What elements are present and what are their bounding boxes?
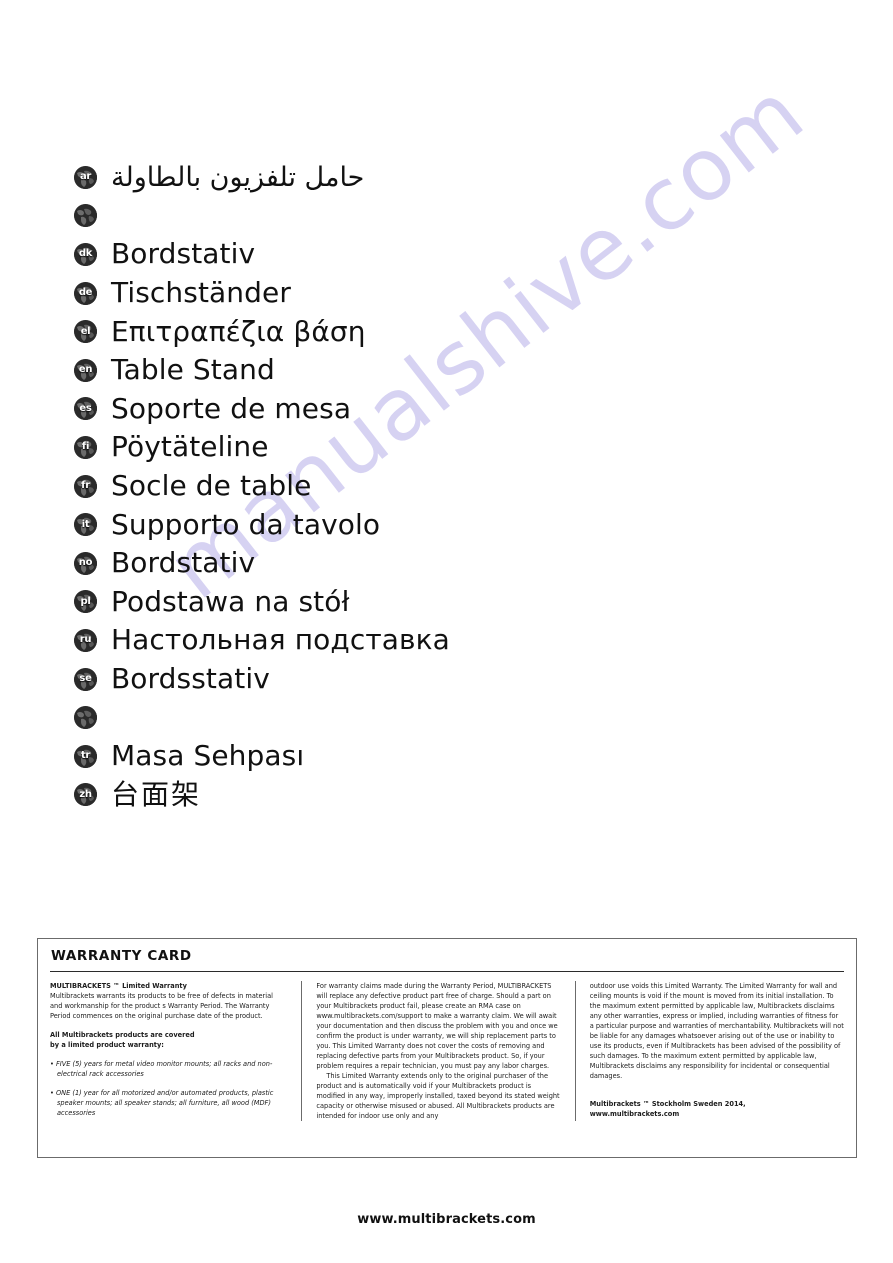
- language-code-badge: no: [78, 557, 93, 569]
- language-code-badge: it: [81, 518, 90, 530]
- globe-icon: tr: [74, 744, 97, 768]
- warranty-col3-address-line1: Multibrackets ™ Stockholm Sweden 2014,: [589, 1100, 746, 1109]
- language-label: Tischständer: [111, 276, 291, 310]
- language-row: pl Podstawa na stół: [74, 583, 834, 622]
- language-row: [74, 698, 834, 737]
- language-row: ar حامل تلفزيون بالطاولة: [74, 158, 834, 197]
- language-label: 台面架: [111, 777, 202, 811]
- language-label: Socle de table: [111, 469, 312, 503]
- warranty-column-3: outdoor use voids this Limited Warranty.…: [574, 981, 844, 1122]
- globe-icon: [74, 706, 97, 730]
- language-row: ru Настольная подставка: [74, 621, 834, 660]
- warranty-col1-covered-line2: by a limited product warranty:: [50, 1041, 164, 1050]
- language-row: fi Pöytäteline: [74, 428, 834, 467]
- language-label: Table Stand: [111, 353, 275, 387]
- language-code-badge: fi: [81, 441, 90, 453]
- language-label: Supporto da tavolo: [111, 507, 381, 541]
- globe-icon: [74, 204, 97, 228]
- globe-icon: de: [74, 281, 97, 305]
- warranty-col1-bullet-2: • ONE (1) year for all motorized and/or …: [50, 1089, 274, 1118]
- globe-icon: no: [74, 551, 97, 575]
- language-label: Soporte de mesa: [111, 391, 352, 425]
- warranty-col1-intro: Multibrackets warrants its products to b…: [50, 992, 273, 1021]
- globe-icon: ru: [74, 628, 97, 652]
- language-row: tr Masa Sehpası: [74, 737, 834, 776]
- language-code-badge: el: [80, 325, 91, 337]
- globe-icon: it: [74, 513, 97, 537]
- language-row: [74, 197, 834, 236]
- language-code-badge: ar: [79, 171, 92, 183]
- language-list: ar حامل تلفزيون بالطاولة dk Bordstativ de Tis…: [74, 158, 834, 814]
- warranty-col1-covered-line1: All Multibrackets products are covered: [50, 1031, 195, 1040]
- language-label: Bordsstativ: [111, 662, 270, 696]
- warranty-col1-heading: MULTIBRACKETS ™ Limited Warranty: [50, 982, 187, 990]
- globe-icon: zh: [74, 783, 97, 807]
- language-label: Bordstativ: [111, 546, 256, 580]
- language-label: Masa Sehpası: [111, 739, 305, 773]
- globe-icon: es: [74, 397, 97, 421]
- language-code-badge: zh: [79, 788, 92, 800]
- language-label: Podstawa na stół: [111, 584, 350, 618]
- footer-website-url: www.multibrackets.com: [357, 1212, 536, 1227]
- globe-icon: fr: [74, 474, 97, 498]
- language-code-badge: ru: [79, 634, 92, 646]
- language-row: fr Socle de table: [74, 467, 834, 506]
- globe-icon: dk: [74, 242, 97, 266]
- globe-icon: pl: [74, 590, 97, 614]
- globe-icon: el: [74, 320, 97, 344]
- warranty-col3-para-1: outdoor use voids this Limited Warranty.…: [589, 982, 844, 1081]
- language-row: zh 台面架: [74, 776, 834, 815]
- language-row: dk Bordstativ: [74, 235, 834, 274]
- language-row: el Επιτραπέζια βάση: [74, 312, 834, 351]
- warranty-col2-para-1: For warranty claims made during the Warr…: [316, 982, 558, 1071]
- language-code-badge: tr: [80, 750, 91, 762]
- warranty-column-1: MULTIBRACKETS ™ Limited Warranty Multibr…: [50, 981, 301, 1121]
- warranty-columns: MULTIBRACKETS ™ Limited Warranty Multibr…: [38, 972, 856, 1131]
- language-code-badge: pl: [80, 595, 91, 607]
- warranty-card-title: WARRANTY CARD: [51, 948, 192, 964]
- language-code-badge: dk: [78, 248, 93, 260]
- warranty-column-2: For warranty claims made during the Warr…: [301, 981, 574, 1122]
- language-row: de Tischständer: [74, 274, 834, 313]
- language-label: Pöytäteline: [111, 430, 269, 464]
- globe-icon: ar: [74, 165, 97, 189]
- warranty-card: WARRANTY CARD MULTIBRACKETS ™ Limited Wa…: [37, 938, 857, 1158]
- language-row: se Bordsstativ: [74, 660, 834, 699]
- language-label: حامل تلفزيون بالطاولة: [111, 161, 365, 193]
- warranty-col1-bullet-1: • FIVE (5) years for metal video monitor…: [50, 1060, 273, 1079]
- language-label: Настольная подставка: [111, 623, 450, 657]
- language-code-badge: es: [79, 402, 92, 414]
- language-code-badge: fr: [81, 480, 90, 492]
- language-code-badge: de: [78, 287, 93, 299]
- warranty-col3-address-line2: www.multibrackets.com: [589, 1110, 680, 1119]
- language-row: en Table Stand: [74, 351, 834, 390]
- language-label: Επιτραπέζια βάση: [111, 314, 366, 348]
- language-row: no Bordstativ: [74, 544, 834, 583]
- warranty-col2-para-2: This Limited Warranty extends only to th…: [316, 1072, 560, 1121]
- language-code-badge: en: [78, 364, 93, 376]
- language-label: Bordstativ: [111, 237, 256, 271]
- language-row: it Supporto da tavolo: [74, 505, 834, 544]
- globe-icon: fi: [74, 435, 97, 459]
- language-row: es Soporte de mesa: [74, 390, 834, 429]
- globe-icon: en: [74, 358, 97, 382]
- language-code-badge: se: [79, 673, 92, 685]
- globe-icon: se: [74, 667, 97, 691]
